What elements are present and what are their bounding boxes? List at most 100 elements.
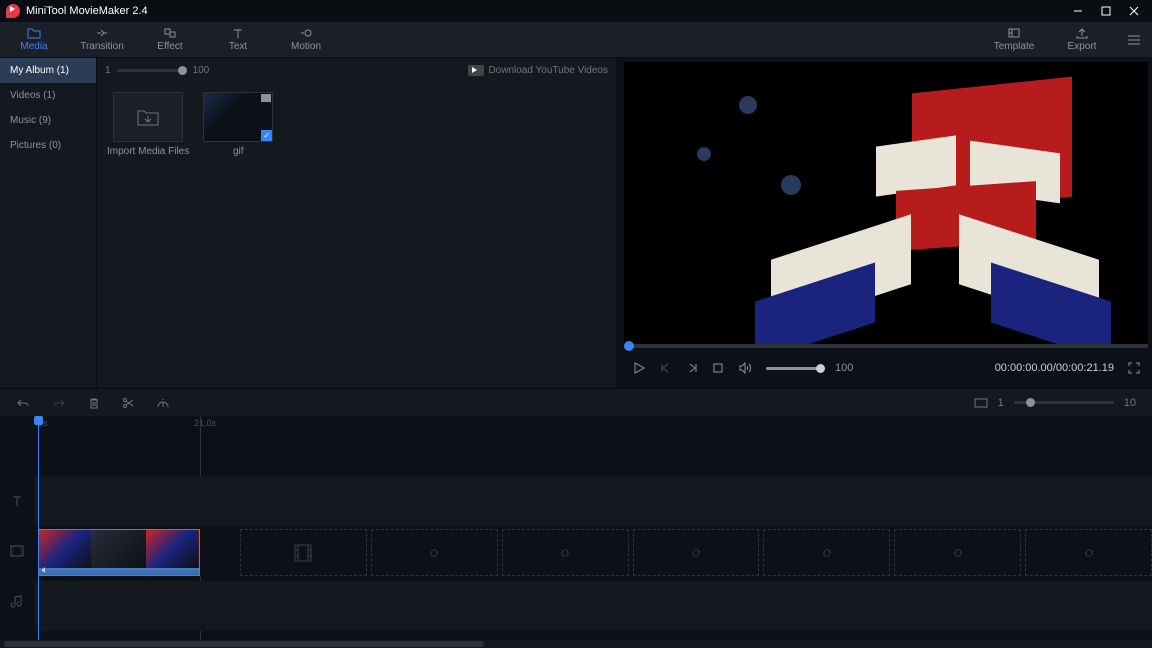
preview-seek-bar[interactable] (624, 344, 1148, 348)
timeline-playhead[interactable] (38, 416, 39, 640)
timeline-clip[interactable] (38, 529, 200, 576)
sidebar-music-count: (9) (39, 115, 51, 126)
app-logo (6, 4, 20, 18)
video-track-row[interactable] (34, 526, 1152, 576)
speed-button[interactable] (156, 397, 170, 409)
fit-button[interactable] (974, 398, 988, 408)
empty-slot[interactable] (371, 529, 498, 576)
next-frame-icon (686, 362, 698, 374)
empty-slot[interactable] (763, 529, 890, 576)
tab-transition-label: Transition (80, 41, 124, 52)
template-button[interactable]: Template (980, 22, 1048, 58)
link-icon (950, 545, 966, 561)
media-clip-gif[interactable]: ✓ gif (203, 92, 273, 157)
redo-button[interactable] (52, 397, 66, 409)
empty-slot[interactable] (502, 529, 629, 576)
download-youtube-link[interactable]: Download YouTube Videos (468, 65, 608, 76)
empty-slot[interactable] (894, 529, 1021, 576)
fullscreen-button[interactable] (1128, 362, 1140, 374)
play-button[interactable] (632, 361, 646, 375)
zoom-max: 10 (1124, 397, 1136, 409)
volume-slider[interactable] (766, 367, 821, 370)
link-icon (1081, 545, 1097, 561)
tab-media-label: Media (20, 41, 47, 52)
youtube-icon (468, 65, 484, 76)
hamburger-menu-button[interactable] (1116, 22, 1152, 58)
import-media-button[interactable]: Import Media Files (107, 92, 189, 157)
tab-media[interactable]: Media (0, 22, 68, 58)
play-icon (632, 361, 646, 375)
window-minimize-button[interactable] (1064, 0, 1092, 22)
audio-track-icon[interactable] (0, 576, 34, 626)
motion-icon (299, 27, 313, 39)
sidebar-myalbum-count: (1) (57, 65, 69, 76)
speed-icon (156, 397, 170, 409)
stop-icon (712, 362, 724, 374)
empty-slot[interactable] (633, 529, 760, 576)
preview-viewport[interactable] (624, 62, 1148, 344)
media-sidebar: My Album (1) Videos (1) Music (9) Pictur… (0, 58, 96, 388)
tab-text-label: Text (229, 41, 247, 52)
link-icon (688, 545, 704, 561)
undo-icon (16, 397, 30, 409)
volume-button[interactable] (738, 362, 752, 374)
empty-slot[interactable] (240, 529, 367, 576)
menu-icon (1126, 34, 1142, 46)
sidebar-videos-label: Videos (10, 90, 40, 101)
link-icon (426, 545, 442, 561)
export-label: Export (1068, 41, 1097, 52)
undo-button[interactable] (16, 397, 30, 409)
prev-frame-icon (660, 362, 672, 374)
audio-track-row[interactable] (34, 581, 1152, 631)
stop-button[interactable] (712, 362, 724, 374)
trash-icon (88, 397, 100, 409)
fullscreen-icon (1128, 362, 1140, 374)
timeline-scrollbar[interactable] (0, 640, 1152, 648)
prev-frame-button[interactable] (660, 362, 672, 374)
tab-motion[interactable]: Motion (272, 22, 340, 58)
tab-transition[interactable]: Transition (68, 22, 136, 58)
template-label: Template (994, 41, 1035, 52)
video-track-icon[interactable] (0, 526, 34, 576)
delete-button[interactable] (88, 397, 100, 409)
zoom-slider[interactable] (1014, 401, 1114, 404)
import-media-label: Import Media Files (107, 146, 189, 157)
export-icon (1075, 27, 1089, 39)
export-button[interactable]: Export (1048, 22, 1116, 58)
sidebar-item-music[interactable]: Music (9) (0, 108, 96, 133)
effect-icon (163, 27, 177, 39)
sidebar-item-videos[interactable]: Videos (1) (0, 83, 96, 108)
sidebar-pictures-count: (0) (49, 140, 61, 151)
thumb-size-slider[interactable] (117, 69, 187, 72)
window-maximize-button[interactable] (1092, 0, 1120, 22)
fit-icon (974, 398, 988, 408)
sidebar-item-myalbum[interactable]: My Album (1) (0, 58, 96, 83)
sidebar-pictures-label: Pictures (10, 140, 46, 151)
text-track-icon[interactable] (0, 476, 34, 526)
timeline-ruler[interactable]: 0s 21.0s (34, 416, 1152, 436)
clip-label: gif (233, 146, 244, 157)
redo-icon (52, 397, 66, 409)
thumb-size-min: 1 (105, 65, 111, 76)
video-badge-icon (261, 94, 271, 102)
empty-slot[interactable] (1025, 529, 1152, 576)
time-total: 00:00:21.19 (1056, 362, 1114, 374)
timeline-tracks[interactable]: 0s 21.0s (34, 416, 1152, 640)
folder-icon (27, 27, 41, 39)
thumb-size-max: 100 (193, 65, 210, 76)
tab-text[interactable]: Text (204, 22, 272, 58)
ruler-mark-mid: 21.0s (194, 418, 216, 428)
split-button[interactable] (122, 397, 134, 409)
tab-effect[interactable]: Effect (136, 22, 204, 58)
text-icon (231, 27, 245, 39)
sidebar-myalbum-label: My Album (10, 65, 54, 76)
download-youtube-label: Download YouTube Videos (488, 65, 608, 76)
preview-panel: 100 00:00:00.00/00:00:21.19 (616, 58, 1152, 388)
volume-value: 100 (835, 362, 853, 374)
next-frame-button[interactable] (686, 362, 698, 374)
transition-icon (95, 27, 109, 39)
window-close-button[interactable] (1120, 0, 1148, 22)
sidebar-item-pictures[interactable]: Pictures (0) (0, 133, 96, 158)
text-track-row[interactable] (34, 476, 1152, 526)
film-icon (292, 542, 314, 564)
